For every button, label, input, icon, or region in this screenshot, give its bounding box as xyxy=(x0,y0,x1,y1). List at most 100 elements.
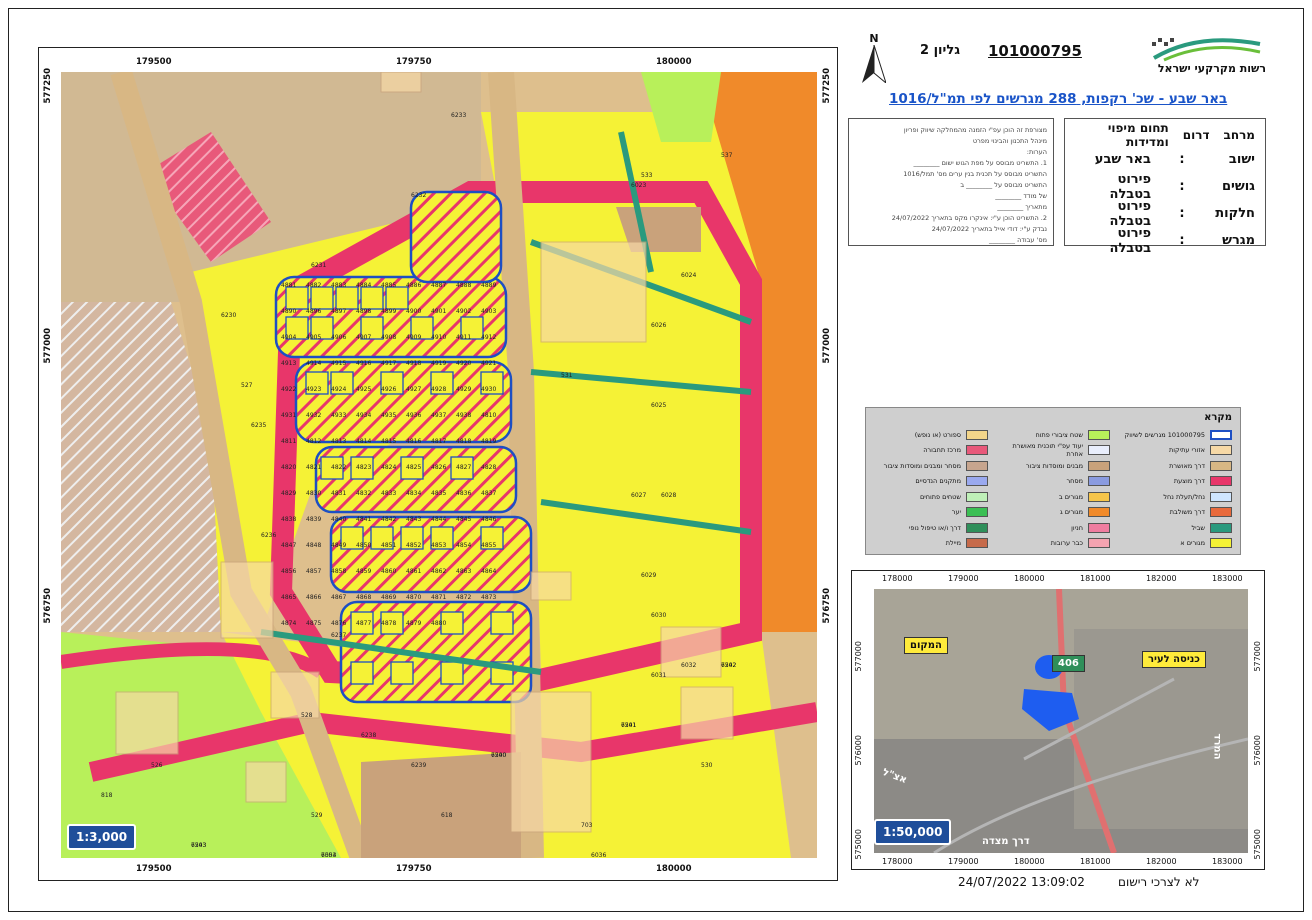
parcel-label: 4860 xyxy=(381,568,397,575)
main-map[interactable]: 179500 179750 180000 179500 179750 18000… xyxy=(38,47,838,881)
inset-tick-x: 183000 xyxy=(1212,574,1243,583)
legend-label: שטחים פתוחים xyxy=(919,492,961,501)
tick-x-2b: 179750 xyxy=(396,864,432,874)
legend-label: כבר ערובות xyxy=(1050,539,1083,548)
inset-tick-x: 181000 xyxy=(1080,574,1111,583)
info-domain: תחום מיפוי ומדידות xyxy=(1107,121,1169,149)
note-line: מס' עבודה ________ xyxy=(989,236,1047,244)
sheet-label: גליון 2 xyxy=(920,43,960,58)
parcel-label: 703 xyxy=(581,822,593,829)
inset-tick-x: 180000 xyxy=(1014,574,1045,583)
parcel-label: 4857 xyxy=(306,568,322,575)
timestamp: 24/07/2022 13:09:02 xyxy=(958,875,1085,889)
parcel-label: 4924 xyxy=(331,386,347,393)
parcel-label: 6236 xyxy=(261,532,277,539)
parcel-label: 4859 xyxy=(356,568,372,575)
parcel-label: 4856 xyxy=(281,568,297,575)
note-line: מינהל התכנון והבינוי מפרט xyxy=(972,137,1047,145)
parcel-label: 4833 xyxy=(381,490,397,497)
parcel-label: 4916 xyxy=(356,360,372,367)
parcel-label: 4935 xyxy=(381,412,397,419)
parcel-label: 6032 xyxy=(681,662,697,669)
legend-label: מתקנים הנדסיים xyxy=(915,477,961,486)
parcel-label: 6233 xyxy=(451,112,467,119)
legend-swatch xyxy=(966,507,988,518)
legend-item: דרך ו/או טיפול נופי xyxy=(874,520,988,536)
parcel-label: 4875 xyxy=(306,620,322,627)
inset-tick-y: 576000 xyxy=(854,735,863,766)
legend-item: מיילת xyxy=(874,536,988,552)
parcel-label: 4845 xyxy=(456,516,472,523)
parcel-label: 6239 xyxy=(411,762,427,769)
legend-swatch xyxy=(1088,522,1110,533)
parcel-label: 4872 xyxy=(456,594,472,601)
parcel-label: 4813 xyxy=(331,438,347,445)
parcel-label: 4930 xyxy=(481,386,497,393)
parcel-label: 4842 xyxy=(381,516,397,523)
parcel-label: 4927 xyxy=(406,386,422,393)
legend-swatch xyxy=(1210,476,1232,487)
map-title[interactable]: באר שבע - שכ' רקפות, 288 מגרשים לפי תמ"ל… xyxy=(889,91,1227,107)
parcel-label: 6025 xyxy=(651,402,667,409)
legend-label: מיילת xyxy=(945,539,961,548)
inset-satellite xyxy=(874,589,1248,853)
parcel-label: 6030 xyxy=(651,612,667,619)
parcel-label: 4900 xyxy=(406,308,422,315)
parcel-label: 4837 xyxy=(481,490,497,497)
legend-label: 101000795 מגרשים לשיווק xyxy=(1124,430,1205,439)
parcel-label: 4855 xyxy=(481,542,497,549)
parcel-label: 4863 xyxy=(456,568,472,575)
legend-swatch xyxy=(1088,445,1110,456)
parcel-label: 529 xyxy=(311,812,323,819)
parcel-label: 537 xyxy=(721,152,733,159)
parcel-label: 4936 xyxy=(406,412,422,419)
parcel-label: 4928 xyxy=(431,386,447,393)
legend-label: ספורט (או נופש) xyxy=(914,430,961,439)
info-row-blocks: גושים: פירוט בטבלה xyxy=(1109,171,1255,202)
parcel-label: 6036 xyxy=(591,852,607,858)
legend-item: 101000795 מגרשים לשיווק xyxy=(1118,427,1232,443)
parcel-label: 4862 xyxy=(431,568,447,575)
parcel-label: 4854 xyxy=(456,542,472,549)
legend-swatch xyxy=(1088,538,1110,549)
parcel-label: 6029 xyxy=(641,572,657,579)
parcel-label: 6231 xyxy=(311,262,327,269)
parcel-label: 4828 xyxy=(481,464,497,471)
info-row-plot: מגרש: פירוט בטבלה xyxy=(1109,225,1255,256)
logo-icon xyxy=(1152,38,1261,62)
legend-item: שטחים פתוחים xyxy=(874,489,988,505)
parcel-label: 4911 xyxy=(456,334,472,341)
legend-label: דרך משולבת xyxy=(1169,508,1205,517)
parcel-label: 4832 xyxy=(356,490,372,497)
logo-text: רשות מקרקעי ישראל xyxy=(1157,62,1266,75)
inset-map[interactable]: 178000 178000 179000 179000 180000 180000 1810… xyxy=(851,570,1265,870)
parcel-label: 4886 xyxy=(406,282,422,289)
parcel-label: 7504 xyxy=(321,852,337,858)
parcel-label: 4848 xyxy=(306,542,322,549)
parcel-label: 6027 xyxy=(631,492,647,499)
legend-item: מגורים ג xyxy=(996,505,1110,521)
parcel-label: 4852 xyxy=(406,542,422,549)
legend-item: יער xyxy=(874,505,988,521)
parcel-label: 6232 xyxy=(411,192,427,199)
map-canvas[interactable]: 6233 6232 6231 6230 527 6235 6236 6237 6238 6239 6… xyxy=(61,72,817,858)
parcel-label: 4815 xyxy=(381,438,397,445)
legend-swatch xyxy=(1210,507,1232,518)
parcel-label: 6238 xyxy=(361,732,377,739)
parcel-label: 4932 xyxy=(306,412,322,419)
legend-item: כבר ערובות xyxy=(996,536,1110,552)
legend-label: שביל xyxy=(1191,523,1205,532)
parcel-label: 618 xyxy=(441,812,453,819)
note-line: התשריט מבוסס על תכנית בנין ערים מס' תמל/… xyxy=(903,170,1047,178)
parcel-label: 6237 xyxy=(331,632,347,639)
parcel-label: 4877 xyxy=(356,620,372,627)
parcel-label: 4874 xyxy=(281,620,297,627)
inset-tick-x: 180000 xyxy=(1014,857,1045,866)
callout-entrance: כניסה לעיר xyxy=(1142,651,1206,668)
legend-item: נחל/תעלת נחל xyxy=(1118,489,1232,505)
parcel-label: 527 xyxy=(241,382,253,389)
tick-y-2r: 577000 xyxy=(822,328,832,364)
parcel-label: 4825 xyxy=(406,464,422,471)
parcel-label: 818 xyxy=(101,792,113,799)
inset-tick-x: 179000 xyxy=(948,857,979,866)
